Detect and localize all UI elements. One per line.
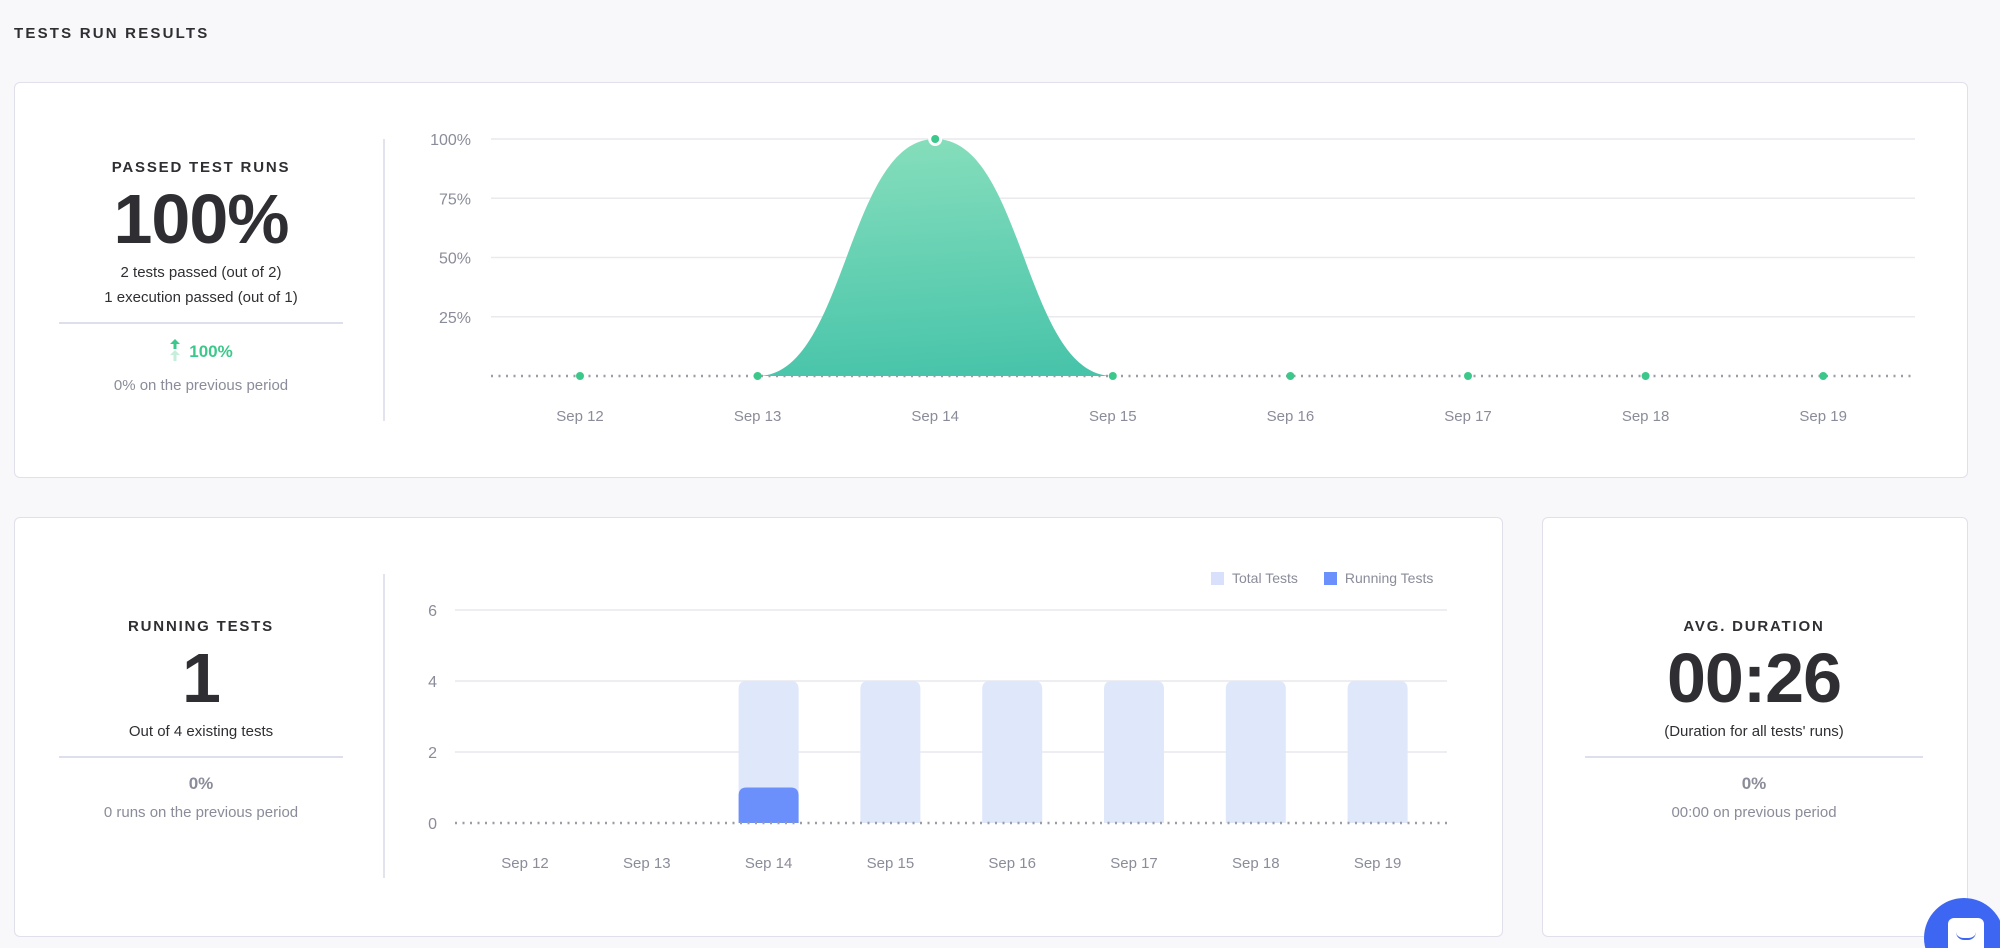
bar-total-tests — [1225, 681, 1286, 823]
kpi-label: AVG. DURATION — [1683, 618, 1825, 635]
y-tick-label: 25% — [439, 310, 471, 327]
y-tick-label: 6 — [428, 603, 437, 620]
running-tests-card: RUNNING TESTS 1 Out of 4 existing tests … — [14, 517, 1503, 937]
avg-duration-card: AVG. DURATION 00:26 (Duration for all te… — [1542, 517, 1968, 937]
bar-total-tests — [982, 681, 1043, 823]
x-tick-label: Sep 19 — [1799, 408, 1847, 425]
x-tick-label: Sep 15 — [867, 855, 915, 872]
x-tick-label: Sep 19 — [1354, 855, 1402, 872]
kpi-previous: 00:00 on previous period — [1671, 803, 1837, 821]
bar-running-tests — [738, 787, 799, 823]
data-point — [1641, 372, 1650, 380]
data-point — [1108, 372, 1117, 380]
passed-area-chart: 25% 50% 75% 100% Sep 12 Sep 13 Sep 14 Sep 15 Se… — [430, 132, 1915, 425]
passed-test-runs-card: PASSED TEST RUNS 100% 2 tests passed (ou… — [14, 82, 1968, 478]
kpi-sub-duration: (Duration for all tests' runs) — [1664, 723, 1844, 740]
y-tick-label: 100% — [430, 132, 471, 149]
x-tick-label: Sep 14 — [745, 855, 793, 872]
kpi-change: 0% — [1741, 773, 1767, 793]
bar-total-tests — [1347, 681, 1408, 823]
duration-kpi: AVG. DURATION 00:26 (Duration for all te… — [1585, 618, 1923, 821]
bar-total-tests — [1104, 681, 1164, 823]
x-tick-label: Sep 17 — [1110, 855, 1158, 872]
data-point — [753, 372, 762, 380]
x-tick-label: Sep 12 — [556, 408, 604, 425]
data-point — [1464, 372, 1472, 380]
data-point — [931, 135, 940, 143]
data-point — [1286, 372, 1295, 380]
x-tick-label: Sep 18 — [1232, 855, 1280, 872]
x-tick-label: Sep 14 — [911, 408, 959, 425]
x-tick-label: Sep 18 — [1622, 408, 1670, 425]
x-tick-label: Sep 17 — [1444, 408, 1492, 425]
x-tick-label: Sep 15 — [1089, 408, 1137, 425]
x-tick-label: Sep 13 — [734, 408, 782, 425]
y-tick-label: 50% — [439, 251, 471, 268]
y-tick-label: 0 — [428, 816, 437, 833]
x-tick-label: Sep 16 — [988, 855, 1036, 872]
data-point — [576, 372, 584, 380]
bar-total-tests — [860, 681, 921, 823]
x-tick-label: Sep 13 — [623, 855, 671, 872]
kpi-divider — [1585, 756, 1923, 758]
chat-icon — [1948, 918, 1984, 948]
page-title: TESTS RUN RESULTS — [14, 25, 210, 42]
x-tick-label: Sep 12 — [501, 855, 549, 872]
kpi-value: 00:26 — [1666, 639, 1842, 717]
y-tick-label: 75% — [439, 191, 471, 208]
y-tick-label: 2 — [428, 745, 437, 762]
x-tick-label: Sep 16 — [1267, 408, 1315, 425]
running-bar-chart: 0 2 4 6 Sep 12 Sep 13 Sep 14 Sep 15 Sep 16 Sep 1… — [428, 603, 1447, 872]
data-point — [1819, 372, 1828, 380]
y-tick-label: 4 — [428, 674, 437, 691]
